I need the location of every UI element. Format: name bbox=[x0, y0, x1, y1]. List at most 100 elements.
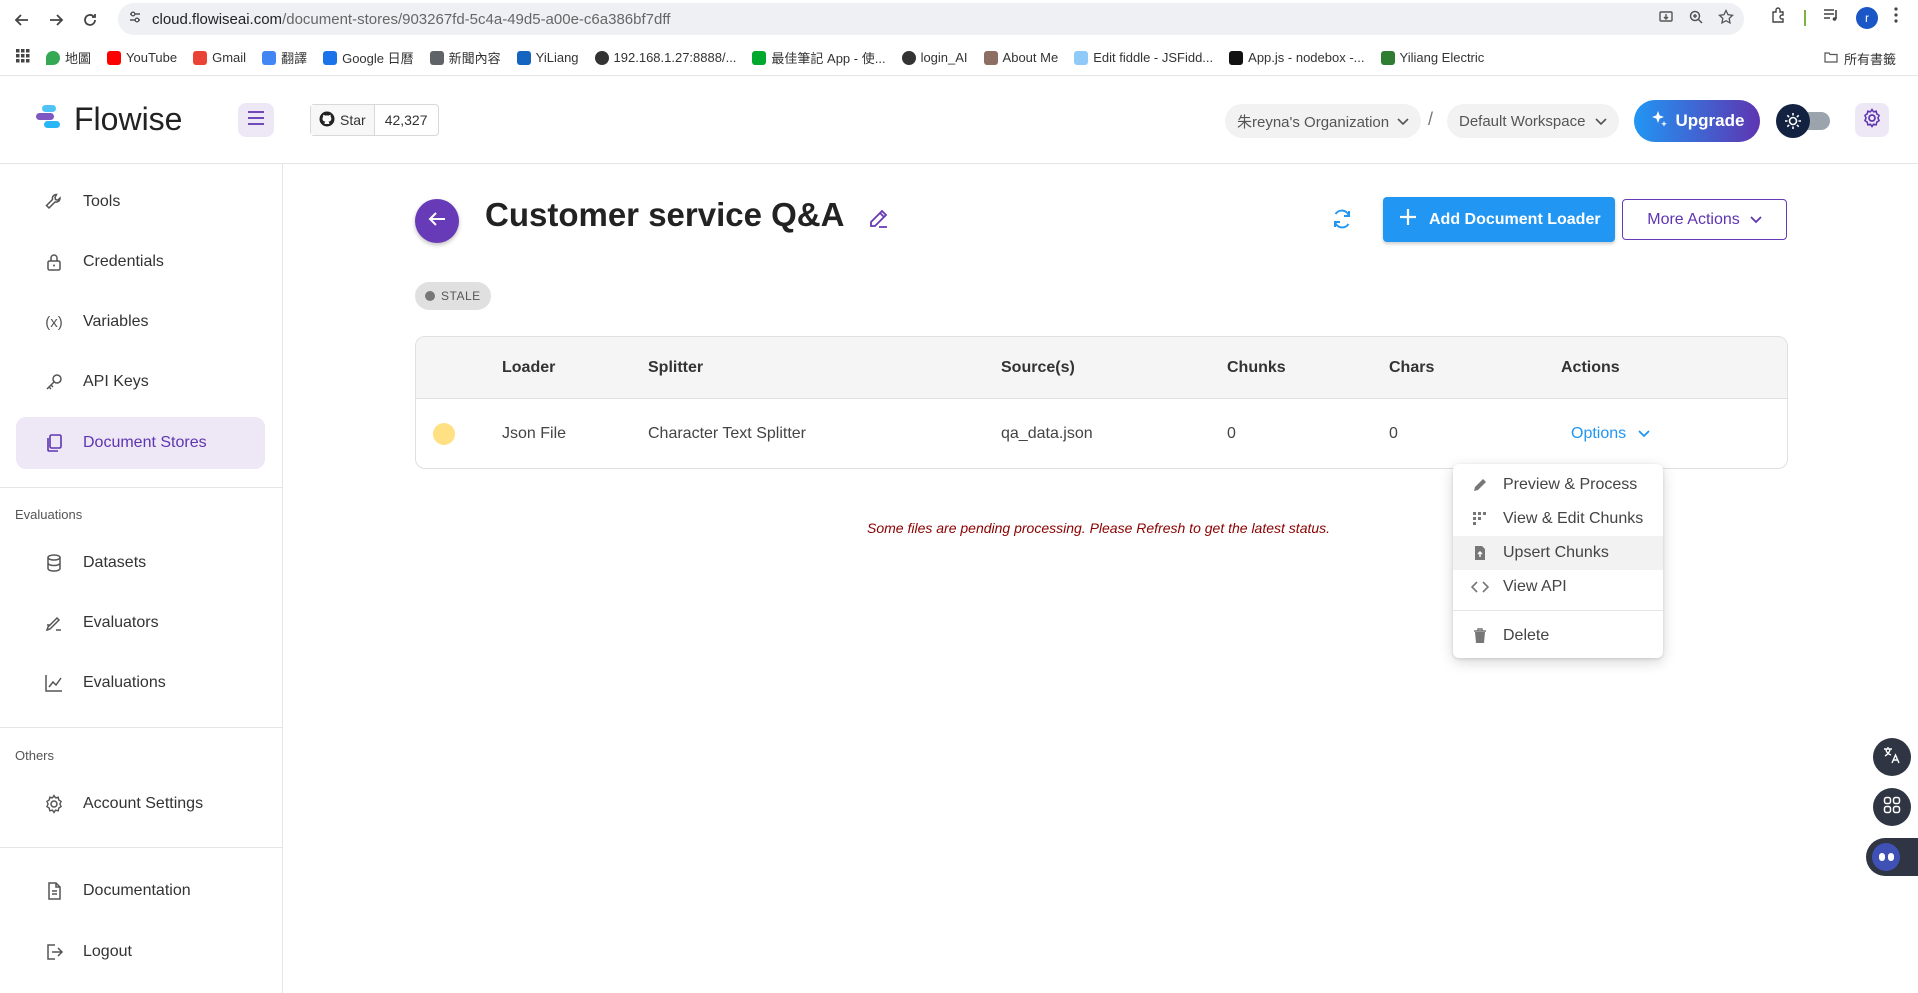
media-icon[interactable] bbox=[1822, 6, 1840, 29]
bookmark-star-icon[interactable] bbox=[1718, 8, 1734, 29]
column-header-sources: Source(s) bbox=[1001, 358, 1075, 376]
bookmark-yiliang[interactable]: YiLiang bbox=[516, 50, 579, 65]
hamburger-icon bbox=[247, 110, 265, 130]
translate-widget-button[interactable] bbox=[1873, 738, 1911, 776]
sidebar-item-variables[interactable]: (x) Variables bbox=[16, 296, 265, 348]
table-row[interactable]: Json File Character Text Splitter qa_dat… bbox=[416, 399, 1787, 468]
sidebar-item-credentials[interactable]: Credentials bbox=[16, 236, 265, 288]
sidebar-item-datasets[interactable]: Datasets bbox=[16, 537, 265, 589]
bookmark-jsfiddle[interactable]: Edit fiddle - JSFidd... bbox=[1074, 50, 1213, 65]
sidebar: Tools Credentials (x) Variables API Keys… bbox=[0, 164, 283, 993]
bookmark-evernote[interactable]: 最佳筆記 App - 使... bbox=[752, 48, 886, 67]
menu-toggle-button[interactable] bbox=[238, 103, 274, 137]
yiliang-icon bbox=[516, 50, 531, 65]
bookmark-nodebox[interactable]: App.js - nodebox -... bbox=[1229, 50, 1365, 65]
menu-item-preview-process[interactable]: Preview & Process bbox=[1453, 468, 1663, 502]
menu-item-view-edit-chunks[interactable]: View & Edit Chunks bbox=[1453, 502, 1663, 536]
bookmark-yiliang-electric[interactable]: Yiliang Electric bbox=[1380, 50, 1484, 65]
address-bar[interactable]: cloud.flowiseai.com/document-stores/9032… bbox=[118, 3, 1744, 35]
column-header-chunks: Chunks bbox=[1227, 358, 1286, 376]
options-button[interactable]: Options bbox=[1571, 399, 1650, 468]
yiliang-electric-icon bbox=[1380, 50, 1395, 65]
chatbot-widget-button[interactable] bbox=[1866, 838, 1918, 876]
menu-item-upsert-chunks[interactable]: Upsert Chunks bbox=[1453, 536, 1663, 570]
sidebar-item-document-stores[interactable]: Document Stores bbox=[16, 417, 265, 469]
gear-icon bbox=[43, 793, 65, 815]
cell-loader: Json File bbox=[502, 425, 567, 442]
menu-dots-icon[interactable] bbox=[1894, 7, 1898, 28]
pending-processing-message: Some files are pending processing. Pleas… bbox=[867, 520, 1331, 536]
sidebar-divider bbox=[0, 487, 283, 488]
status-dot bbox=[425, 291, 435, 301]
section-label-others: Others bbox=[15, 748, 55, 763]
refresh-button[interactable] bbox=[1325, 204, 1359, 238]
apps-grid-icon[interactable] bbox=[16, 49, 30, 66]
pending-status-dot bbox=[433, 423, 455, 445]
news-icon bbox=[429, 50, 444, 65]
settings-button[interactable] bbox=[1855, 103, 1889, 137]
edit-title-button[interactable] bbox=[867, 206, 891, 235]
sidebar-item-logout[interactable]: Logout bbox=[16, 926, 265, 978]
bookmark-gmail[interactable]: Gmail bbox=[193, 50, 246, 65]
logout-icon bbox=[43, 941, 65, 963]
sidebar-item-api-keys[interactable]: API Keys bbox=[16, 356, 265, 408]
bookmark-login-ai[interactable]: login_AI bbox=[901, 50, 968, 65]
options-dropdown-menu: Preview & Process View & Edit Chunks Ups… bbox=[1453, 464, 1663, 658]
url-path: /document-stores/903267fd-5c4a-49d5-a00e… bbox=[282, 10, 671, 28]
browser-toolbar: cloud.flowiseai.com/document-stores/9032… bbox=[0, 0, 1918, 40]
evaluator-icon bbox=[43, 612, 65, 634]
github-star-button[interactable]: Star 42,327 bbox=[310, 104, 439, 136]
profile-avatar[interactable]: r bbox=[1856, 6, 1878, 29]
all-bookmarks[interactable]: 所有書籤 bbox=[1824, 49, 1896, 68]
sidebar-item-evaluations[interactable]: Evaluations bbox=[16, 657, 265, 709]
refresh-icon bbox=[1330, 207, 1354, 236]
bookmark-calendar[interactable]: Google 日曆 bbox=[323, 48, 414, 67]
variable-icon: (x) bbox=[45, 313, 63, 331]
bookmark-local-ip[interactable]: 192.168.1.27:8888/... bbox=[594, 50, 736, 65]
organization-selector[interactable]: 朱reyna's Organization bbox=[1225, 104, 1422, 138]
bookmark-about-me[interactable]: About Me bbox=[983, 50, 1058, 65]
github-star[interactable]: Star bbox=[311, 105, 375, 135]
plus-icon bbox=[1399, 208, 1417, 231]
menu-item-delete[interactable]: Delete bbox=[1453, 619, 1663, 653]
install-app-icon[interactable] bbox=[1658, 9, 1674, 29]
back-button[interactable] bbox=[415, 199, 459, 243]
sidebar-item-evaluators[interactable]: Evaluators bbox=[16, 597, 265, 649]
bookmark-maps[interactable]: 地圖 bbox=[46, 48, 91, 67]
sidebar-divider bbox=[0, 847, 283, 848]
workspace-selector[interactable]: Default Workspace bbox=[1447, 104, 1620, 138]
flowise-logo[interactable]: Flowise bbox=[36, 101, 182, 138]
bookmark-news[interactable]: 新聞內容 bbox=[429, 48, 501, 67]
chart-icon bbox=[43, 672, 65, 694]
forward-arrow-icon[interactable] bbox=[42, 6, 70, 34]
sidebar-item-documentation[interactable]: Documentation bbox=[16, 865, 265, 917]
column-header-actions: Actions bbox=[1561, 358, 1620, 376]
files-icon bbox=[43, 432, 65, 454]
theme-toggle[interactable] bbox=[1776, 104, 1832, 138]
sidebar-item-tools[interactable]: Tools bbox=[16, 176, 265, 228]
apps-widget-button[interactable] bbox=[1873, 788, 1911, 826]
bookmark-youtube[interactable]: YouTube bbox=[107, 50, 177, 65]
sidebar-divider bbox=[0, 727, 283, 728]
bookmark-translate[interactable]: 翻譯 bbox=[262, 48, 307, 67]
document-icon bbox=[43, 880, 65, 902]
extensions-icon[interactable] bbox=[1770, 6, 1788, 29]
add-document-loader-button[interactable]: Add Document Loader bbox=[1383, 197, 1615, 242]
back-arrow-icon[interactable] bbox=[8, 6, 36, 34]
reload-icon[interactable] bbox=[76, 6, 104, 34]
menu-item-view-api[interactable]: View API bbox=[1453, 570, 1663, 604]
key-icon bbox=[43, 371, 65, 393]
column-header-chars: Chars bbox=[1389, 358, 1435, 376]
sidebar-item-account-settings[interactable]: Account Settings bbox=[16, 778, 265, 830]
column-header-loader: Loader bbox=[502, 358, 556, 376]
upgrade-button[interactable]: Upgrade bbox=[1634, 100, 1760, 142]
site-info-icon[interactable] bbox=[128, 10, 142, 28]
evernote-icon bbox=[752, 50, 767, 65]
github-icon bbox=[319, 111, 335, 130]
codesandbox-icon bbox=[1229, 50, 1244, 65]
zoom-icon[interactable] bbox=[1688, 9, 1704, 29]
url-host: cloud.flowiseai.com bbox=[152, 10, 283, 28]
github-star-count[interactable]: 42,327 bbox=[375, 105, 438, 135]
bookmarks-bar: 地圖 YouTube Gmail 翻譯 Google 日曆 新聞內容 YiLia… bbox=[0, 40, 1918, 76]
more-actions-button[interactable]: More Actions bbox=[1622, 199, 1787, 240]
